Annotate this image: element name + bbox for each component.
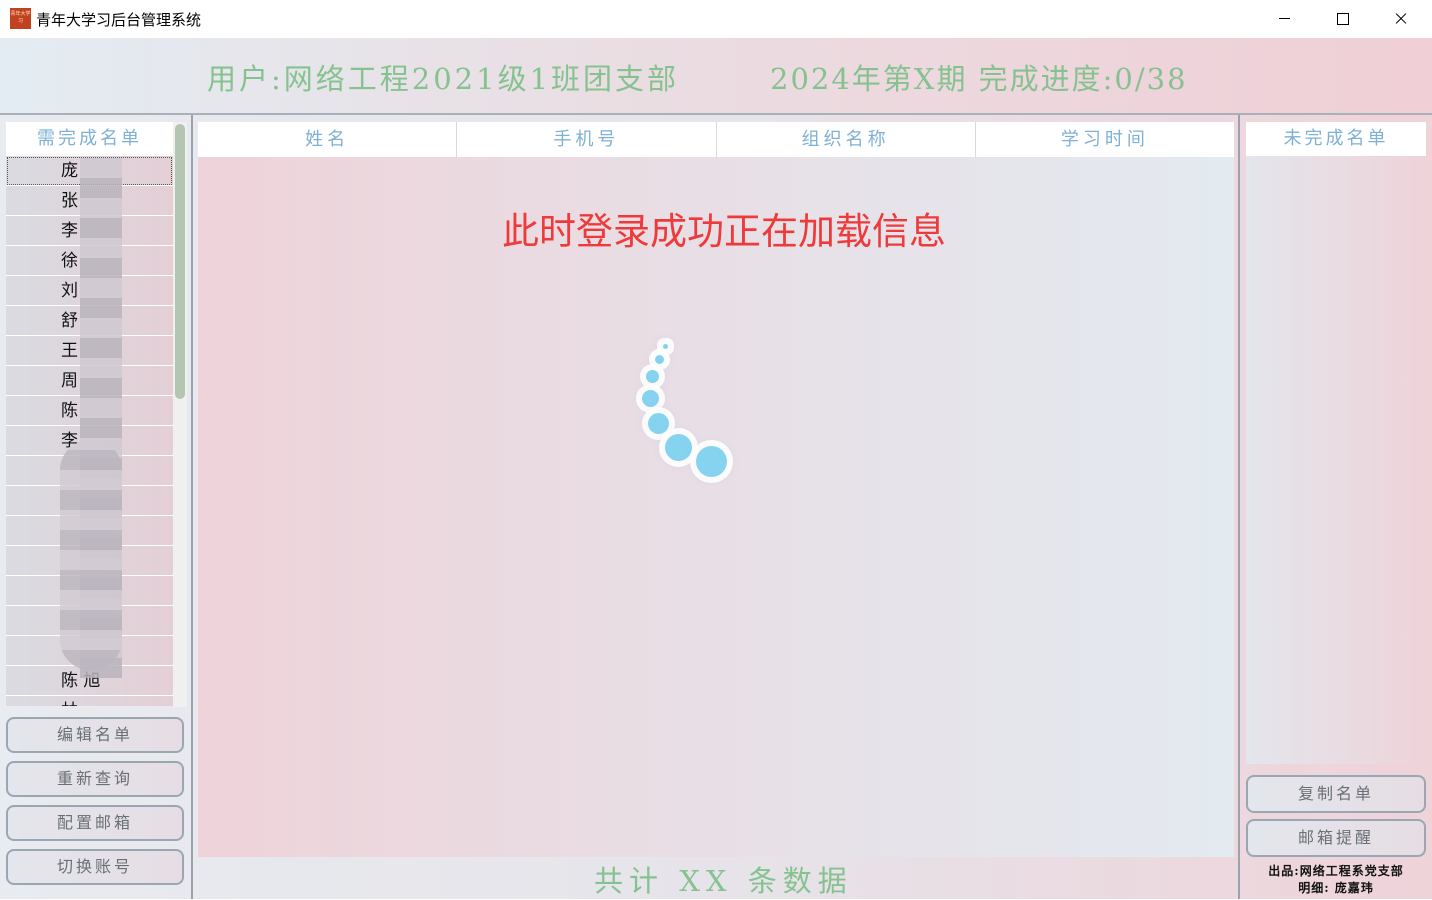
requery-button[interactable]: 重新查询: [6, 761, 184, 797]
maximize-button[interactable]: [1314, 0, 1372, 38]
loading-message: 此时登录成功正在加载信息: [502, 210, 946, 253]
app-logo: 青年大学习: [10, 8, 31, 29]
config-mail-button[interactable]: 配置邮箱: [6, 805, 184, 841]
loading-spinner-icon: [600, 320, 770, 510]
privacy-mosaic-blob: [60, 440, 122, 670]
record-count: 共计 XX 条数据: [594, 864, 853, 898]
copy-list-button[interactable]: 复制名单: [1246, 775, 1426, 813]
list-scrollbar-thumb[interactable]: [175, 124, 185, 399]
close-button[interactable]: [1372, 0, 1430, 38]
list-item[interactable]: 林: [6, 696, 173, 706]
required-list-title: 需完成名单: [6, 122, 173, 156]
user-label: 用户:网络工程2021级1班团支部: [207, 62, 680, 96]
credit-line-author: 明细: 庞嘉玮: [1298, 881, 1374, 895]
window-titlebar: 青年大学习 青年大学习后台管理系统: [0, 0, 1432, 39]
column-name[interactable]: 姓名: [198, 122, 458, 157]
left-divider: [191, 115, 193, 899]
progress-label: 2024年第X期 完成进度:0/38: [770, 62, 1188, 96]
minimize-button[interactable]: [1256, 0, 1314, 38]
mail-remind-button[interactable]: 邮箱提醒: [1246, 819, 1426, 857]
credit-line-producer: 出品:网络工程系党支部: [1268, 864, 1404, 878]
column-phone[interactable]: 手机号: [457, 122, 717, 157]
table-header: 姓名 手机号 组织名称 学习时间: [198, 122, 1234, 157]
edit-list-button[interactable]: 编辑名单: [6, 717, 184, 753]
incomplete-list[interactable]: [1246, 156, 1426, 764]
right-divider: [1238, 115, 1240, 899]
status-header: 用户:网络工程2021级1班团支部 2024年第X期 完成进度:0/38: [0, 38, 1432, 115]
column-study-time[interactable]: 学习时间: [975, 122, 1234, 157]
column-org[interactable]: 组织名称: [716, 122, 976, 157]
incomplete-list-title: 未完成名单: [1246, 122, 1426, 156]
window-title: 青年大学习后台管理系统: [36, 11, 202, 29]
credit-text: 出品:网络工程系党支部 明细: 庞嘉玮: [1244, 863, 1428, 897]
switch-account-button[interactable]: 切换账号: [6, 849, 184, 885]
